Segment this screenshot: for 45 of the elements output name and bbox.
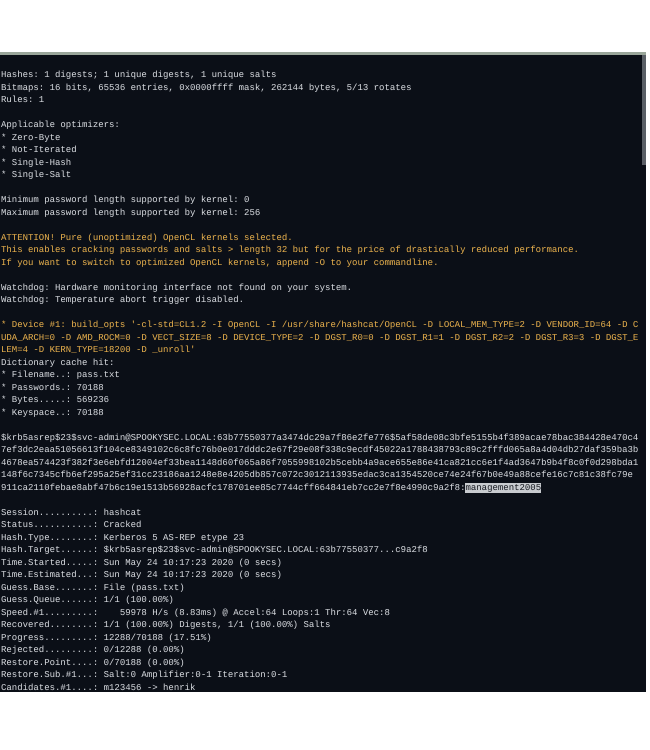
terminal-line: Guess.Base.......: File (pass.txt) — [1, 582, 186, 594]
terminal-line: Rejected.........: 0/12288 (0.00%) — [1, 644, 186, 656]
terminal-line: Watchdog: Hardware monitoring interface not found on your system. — [1, 282, 354, 294]
terminal-line: This enables cracking passwords and salts > length 32 but for the price of drastically reduced performance. — [1, 244, 580, 256]
terminal-line: 911ca2110febae8abf47b6c19e1513b56928acfc178701ee85c7744cff664841eb7cc2e7f8e4990c9a2f8:management2005 — [1, 482, 542, 494]
terminal-line: Rules: 1 — [1, 94, 46, 106]
terminal-line: * Filename..: pass.txt — [1, 369, 121, 382]
terminal-line: * Zero-Byte — [1, 132, 62, 144]
terminal-line: Applicable optimizers: — [1, 119, 121, 132]
terminal-line: ATTENTION! Pure (unoptimized) OpenCL kernels selected. — [1, 232, 294, 244]
terminal-line: Maximum password length supported by kernel: 256 — [1, 206, 262, 219]
terminal-line: Hash.Type........: Kerberos 5 AS-REP etype 23 — [1, 532, 246, 544]
terminal-line: $krb5asrep$23$svc-admin@SPOOKYSEC.LOCAL:63b77550377a3474dc29a7f86e2fe776$5af58de08c3bfe5155b4f389acae78bac384428e470c4 — [1, 432, 640, 444]
terminal-line: Hashes: 1 digests; 1 unique digests, 1 unique salts — [1, 69, 278, 82]
terminal-line: Session..........: hashcat — [1, 506, 142, 519]
terminal-line: 4678ea574423f382f3e6ebfd12004ef33bea1148d60f065a86f7055998102b5cebb4a9ace655e86e41ca821cc6e1f4ad3647b9b4f8c0f0d298bda1 — [1, 456, 640, 469]
terminal-line: * Bytes.....: 569236 — [1, 394, 110, 406]
terminal-line: LEM=4 -D KERN_TYPE=18200 -D _unroll' — [1, 344, 196, 356]
terminal-line: 148f6c7345cfb6ef295a25ef31cc23186aa1248e8e4205db857c072c3012113935edac3ca1354520ce74e24f67b0e49a88cefe16c7c81c38fc79e — [1, 469, 634, 482]
terminal-line: If you want to switch to optimized OpenCL kernels, append -O to your commandline. — [1, 256, 440, 269]
terminal-line: Dictionary cache hit: — [1, 356, 116, 369]
terminal-line: Watchdog: Temperature abort trigger disabled. — [1, 294, 246, 306]
terminal-line: 7ef3dc2eaa51056613f104ce8349102c6c8fc76b0e017dddc2e67f29e08f338c9ecdf45022a1788438793c89c2fffd065a8a4d04db27daf359ba3b — [1, 444, 640, 456]
terminal-line: Progress.........: 12288/70188 (17.51%) — [1, 632, 213, 644]
terminal-line: UDA_ARCH=0 -D AMD_ROCM=0 -D VECT_SIZE=8 -D DEVICE_TYPE=2 -D DGST_R0=0 -D DGST_R1=1 -D DGST_R2=2 -D DGST_R3=3 -D DGST_E — [1, 332, 640, 344]
terminal-line: Time.Estimated...: Sun May 24 10:17:23 2020 (0 secs) — [1, 569, 283, 582]
scrollbar-thumb[interactable] — [642, 55, 646, 165]
terminal-line: Guess.Queue......: 1/1 (100.00%) — [1, 594, 175, 606]
terminal-line: * Single-Hash — [1, 156, 72, 169]
terminal-line: * Single-Salt — [1, 169, 72, 182]
terminal-line: Recovered........: 1/1 (100.00%) Digests, 1/1 (100.00%) Salts — [1, 619, 332, 632]
terminal-line: Status...........: Cracked — [1, 519, 142, 532]
terminal-line: Hash.Target......: $krb5asrep$23$svc-admin@SPOOKYSEC.LOCAL:63b77550377...c9a2f8 — [1, 544, 429, 556]
terminal-line: Time.Started.....: Sun May 24 10:17:23 2020 (0 secs) — [1, 556, 283, 569]
terminal-line: * Keyspace..: 70188 — [1, 406, 105, 419]
terminal-line: Candidates.#1....: m123456 -> henrik — [1, 682, 196, 694]
terminal-line: * Device #1: build_opts '-cl-std=CL1.2 -I OpenCL -I /usr/share/hashcat/OpenCL -D LOCAL_MEM_TYPE=2 -D VENDOR_ID=64 -D C — [1, 319, 640, 332]
terminal-line: * Passwords.: 70188 — [1, 382, 105, 394]
terminal-line: Restore.Sub.#1...: Salt:0 Amplifier:0-1 Iteration:0-1 — [1, 669, 288, 682]
terminal-line: Bitmaps: 16 bits, 65536 entries, 0x0000ffff mask, 262144 bytes, 5/13 rotates — [1, 82, 412, 94]
terminal-line: Speed.#1.........: 59978 H/s (8.83ms) @ Accel:64 Loops:1 Thr:64 Vec:8 — [1, 606, 391, 619]
terminal-line: Minimum password length supported by kernel: 0 — [1, 194, 250, 206]
terminal-line: Restore.Point....: 0/70188 (0.00%) — [1, 656, 186, 669]
terminal-line: * Not-Iterated — [1, 144, 78, 156]
selected-text: management2005 — [465, 482, 542, 492]
